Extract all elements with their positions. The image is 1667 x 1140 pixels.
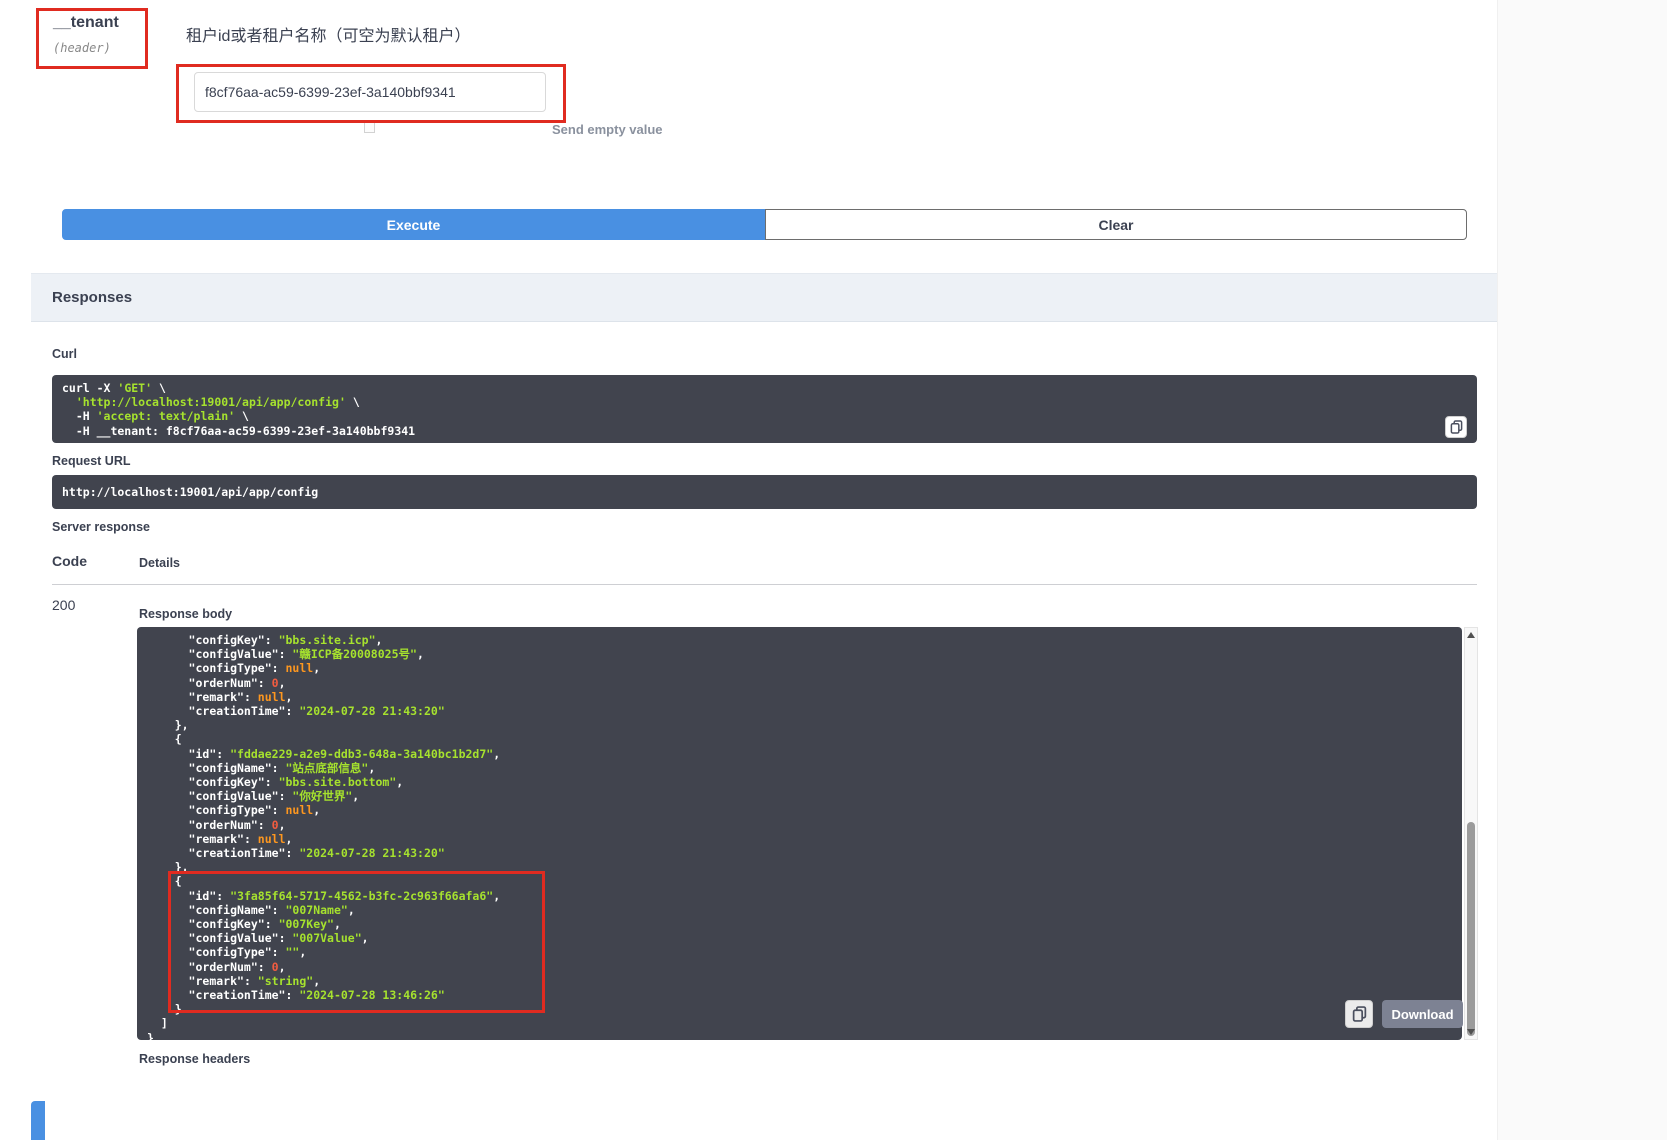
details-column-header: Details bbox=[139, 556, 180, 570]
parameter-location: (header) bbox=[53, 41, 111, 55]
copy-response-button[interactable] bbox=[1345, 1000, 1373, 1028]
parameter-description: 租户id或者租户名称（可空为默认租户） bbox=[186, 22, 470, 46]
execute-button[interactable]: Execute bbox=[62, 209, 765, 240]
response-body-json: "configKey": "bbs.site.icp", "configValu… bbox=[137, 627, 1462, 1051]
curl-label: Curl bbox=[52, 347, 77, 361]
swagger-operation-panel: __tenant (header) 租户id或者租户名称（可空为默认租户） Se… bbox=[0, 0, 1667, 1140]
status-code: 200 bbox=[52, 597, 75, 613]
responses-title: Responses bbox=[52, 289, 132, 306]
responses-section-header: Responses bbox=[31, 273, 1497, 322]
page-background-right bbox=[1497, 0, 1667, 1140]
code-column-header: Code bbox=[52, 553, 87, 569]
response-body-block: "configKey": "bbs.site.icp", "configValu… bbox=[137, 627, 1462, 1040]
clipboard-icon bbox=[1450, 420, 1463, 434]
parameter-name: __tenant bbox=[53, 14, 119, 32]
response-body-label: Response body bbox=[139, 607, 232, 621]
response-table-divider bbox=[52, 584, 1477, 585]
scrollbar-up-arrow-icon[interactable] bbox=[1467, 632, 1475, 638]
server-response-label: Server response bbox=[52, 520, 150, 534]
clear-button[interactable]: Clear bbox=[765, 209, 1467, 240]
download-button[interactable]: Download bbox=[1382, 1000, 1463, 1028]
curl-command-block: curl -X 'GET' \ 'http://localhost:19001/… bbox=[52, 375, 1477, 443]
request-url-label: Request URL bbox=[52, 454, 130, 468]
annotation-box-tenant-input bbox=[176, 64, 566, 123]
tenant-value-input[interactable] bbox=[194, 72, 546, 112]
annotation-box-tenant-param: __tenant (header) bbox=[36, 8, 148, 69]
send-empty-value-checkbox[interactable] bbox=[364, 122, 375, 133]
response-body-scrollbar[interactable] bbox=[1464, 627, 1478, 1040]
scrollbar-down-arrow-icon[interactable] bbox=[1467, 1029, 1475, 1035]
next-operation-edge[interactable] bbox=[31, 1101, 45, 1140]
request-url-block: http://localhost:19001/api/app/config bbox=[52, 475, 1477, 509]
copy-curl-button[interactable] bbox=[1445, 416, 1467, 438]
clipboard-icon bbox=[1352, 1006, 1367, 1022]
send-empty-value-label: Send empty value bbox=[552, 122, 663, 137]
curl-command-text: curl -X 'GET' \ 'http://localhost:19001/… bbox=[52, 375, 1477, 444]
scrollbar-thumb[interactable] bbox=[1467, 822, 1475, 1036]
response-headers-label: Response headers bbox=[139, 1052, 250, 1066]
request-url-text: http://localhost:19001/api/app/config bbox=[52, 475, 1477, 509]
